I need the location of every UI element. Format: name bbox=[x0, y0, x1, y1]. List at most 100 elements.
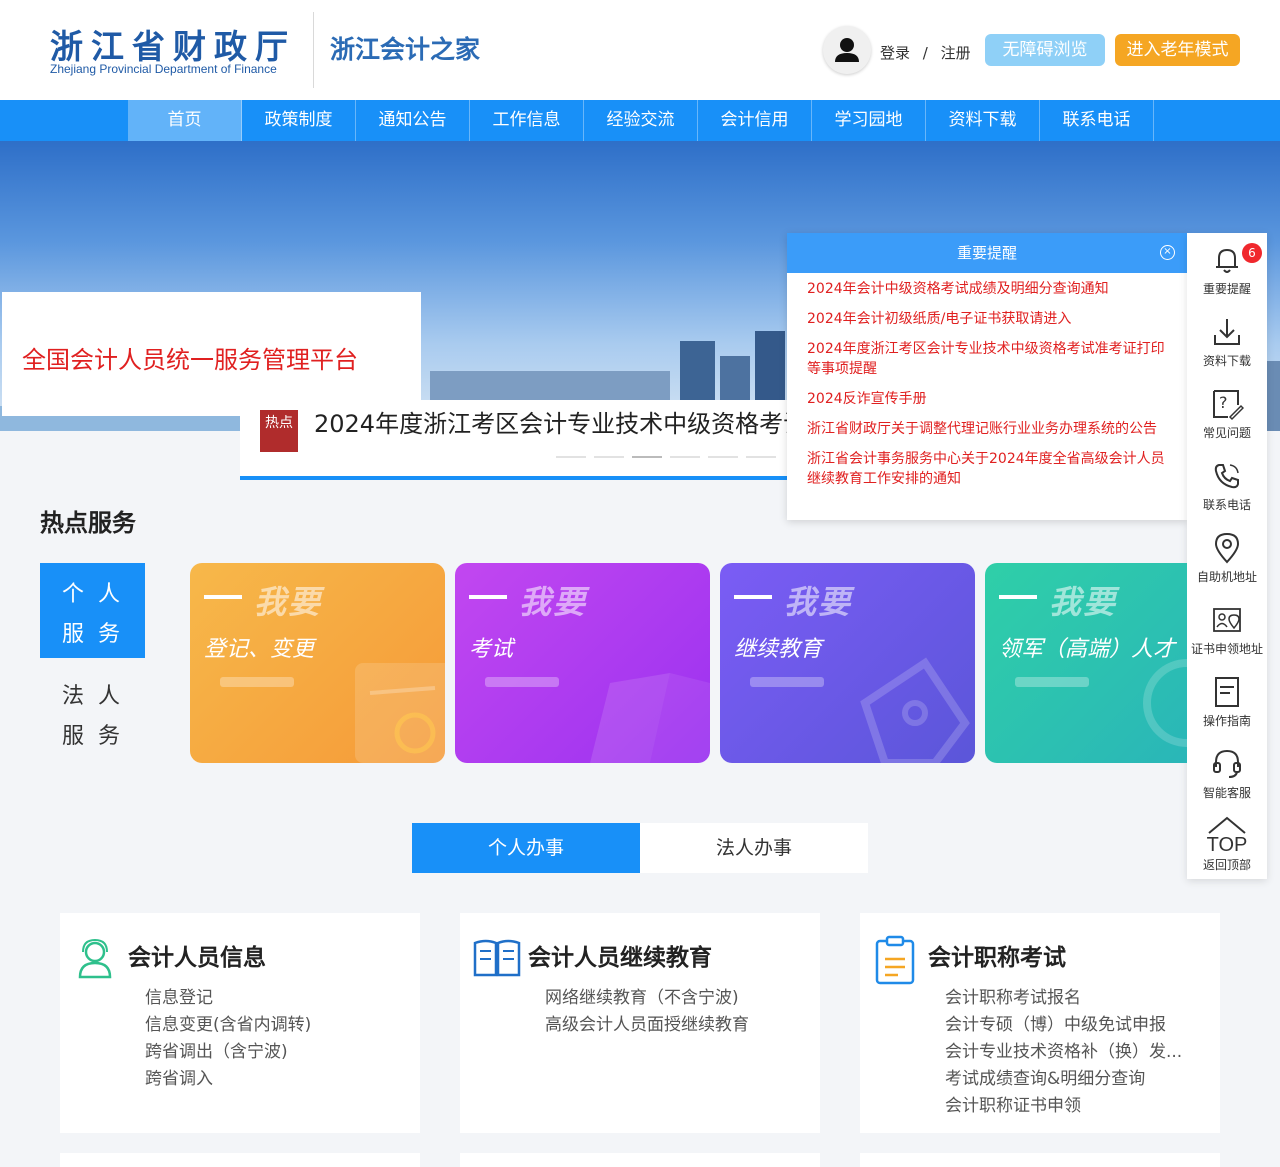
logo-subtitle: Zhejiang Provincial Department of Financ… bbox=[50, 62, 277, 76]
carousel-dot[interactable] bbox=[746, 456, 776, 458]
sidebar-label: 联系电话 bbox=[1202, 498, 1251, 512]
main-nav: 首页 政策制度 通知公告 工作信息 经验交流 会计信用 学习园地 资料下载 联系… bbox=[0, 100, 1280, 141]
box-link[interactable]: 会计职称考试报名 bbox=[945, 985, 1182, 1012]
popup-item[interactable]: 浙江省会计事务服务中心关于2024年度全省高级会计人员继续教育工作安排的通知 bbox=[807, 449, 1167, 489]
chevron-up-icon bbox=[1208, 816, 1246, 834]
sidebar-label: 操作指南 bbox=[1202, 714, 1251, 728]
nav-item-contact[interactable]: 联系电话 bbox=[1040, 100, 1154, 141]
person-icon bbox=[78, 938, 112, 979]
sidebar-label: 返回顶部 bbox=[1202, 858, 1251, 872]
service-box-continuing-education: 会计人员继续教育 网络继续教育（不含宁波) 高级会计人员面授继续教育 bbox=[460, 913, 820, 1133]
sidebar-item-certificate[interactable]: 证书申领地址 bbox=[1187, 597, 1267, 669]
sidebar-item-kiosk[interactable]: 自助机地址 bbox=[1187, 525, 1267, 597]
nav-item-credit[interactable]: 会计信用 bbox=[698, 100, 812, 141]
box-title: 会计职称考试 bbox=[928, 945, 1066, 971]
accessibility-button[interactable]: 无障碍浏览 bbox=[985, 34, 1105, 66]
back-to-top-button[interactable]: TOP 返回顶部 bbox=[1187, 811, 1267, 883]
site-name[interactable]: 浙江会计之家 bbox=[330, 30, 480, 66]
sidebar-item-guide[interactable]: 操作指南 bbox=[1187, 669, 1267, 741]
site-header: 浙江省财政厅 Zhejiang Provincial Department of… bbox=[0, 0, 1280, 100]
news-carousel[interactable]: 热点 2024年度浙江考区会计专业技术中级资格考试准考证打印 bbox=[240, 400, 800, 480]
box-link[interactable]: 跨省调入 bbox=[145, 1066, 311, 1093]
popup-header: 重要提醒 × bbox=[787, 233, 1195, 273]
logo-title[interactable]: 浙江省财政厅 bbox=[50, 20, 296, 68]
sidebar-item-support[interactable]: 智能客服 bbox=[1187, 741, 1267, 813]
sidebar-item-download[interactable]: 资料下载 bbox=[1187, 309, 1267, 381]
service-card-register[interactable]: 我要 登记、变更 bbox=[190, 563, 445, 763]
popup-item[interactable]: 2024反诈宣传手册 bbox=[807, 389, 1167, 409]
popup-item[interactable]: 2024年会计中级资格考试成绩及明细分查询通知 bbox=[807, 279, 1167, 299]
carousel-dot[interactable] bbox=[556, 456, 586, 458]
tab-personal-service[interactable]: 个人服务 bbox=[40, 563, 145, 658]
popup-item[interactable]: 2024年会计初级纸质/电子证书获取请进入 bbox=[807, 309, 1167, 329]
service-card-exam[interactable]: 我要 考试 bbox=[455, 563, 710, 763]
card-label: 考试 bbox=[469, 637, 514, 662]
box-link[interactable]: 高级会计人员面授继续教育 bbox=[545, 1012, 749, 1039]
card-bar bbox=[220, 677, 294, 687]
form-icon bbox=[355, 663, 445, 763]
carousel-dot[interactable] bbox=[670, 456, 700, 458]
book-icon bbox=[590, 673, 710, 763]
download-icon bbox=[1214, 319, 1240, 345]
popup-item[interactable]: 2024年度浙江考区会计专业技术中级资格考试准考证打印等事项提醒 bbox=[807, 339, 1167, 379]
card-label: 登记、变更 bbox=[204, 637, 315, 662]
important-reminder-popup: 重要提醒 × 2024年会计中级资格考试成绩及明细分查询通知 2024年会计初级… bbox=[787, 233, 1195, 520]
floating-toolbar: 6 重要提醒 资料下载 ? 常见问题 联系电话 自助机地址 证书申领地址 操作指… bbox=[1187, 233, 1267, 879]
sidebar-item-faq[interactable]: ? 常见问题 bbox=[1187, 381, 1267, 453]
service-box-title-exam: 会计职称考试 会计职称考试报名 会计专硕（博）中级免试申报 会计专业技术资格补（… bbox=[860, 913, 1220, 1133]
logo-divider bbox=[313, 12, 314, 88]
box-link[interactable]: 会计专硕（博）中级免试申报 bbox=[945, 1012, 1182, 1039]
card-want-label: 我要 bbox=[784, 583, 853, 621]
user-avatar-icon[interactable] bbox=[823, 26, 871, 74]
hot-services-title: 热点服务 bbox=[40, 509, 136, 537]
card-dash bbox=[204, 595, 242, 599]
top-text: TOP bbox=[1206, 834, 1248, 856]
carousel-dot[interactable] bbox=[594, 456, 624, 458]
service-box-next bbox=[860, 1153, 1220, 1167]
tab-personal-affairs[interactable]: 个人办事 bbox=[412, 823, 640, 873]
tab-legal-service[interactable]: 法人服务 bbox=[40, 673, 145, 768]
sidebar-item-reminder[interactable]: 6 重要提醒 bbox=[1187, 237, 1267, 309]
box-link[interactable]: 会计专业技术资格补（换）发... bbox=[945, 1039, 1182, 1066]
carousel-dots bbox=[556, 456, 776, 458]
service-card-education[interactable]: 我要 继续教育 bbox=[720, 563, 975, 763]
nav-item-home[interactable]: 首页 bbox=[128, 100, 242, 141]
box-link[interactable]: 信息登记 bbox=[145, 985, 311, 1012]
headset-icon bbox=[1213, 749, 1241, 778]
box-link[interactable]: 信息变更(含省内调转) bbox=[145, 1012, 311, 1039]
platform-banner-box[interactable]: 全国会计人员统一服务管理平台 bbox=[2, 292, 421, 416]
card-label: 领军（高端）人才 bbox=[999, 637, 1176, 662]
card-dash bbox=[734, 595, 772, 599]
sidebar-item-phone[interactable]: 联系电话 bbox=[1187, 453, 1267, 525]
sidebar-label: 重要提醒 bbox=[1202, 282, 1251, 296]
register-link[interactable]: 注册 bbox=[941, 44, 971, 62]
carousel-dot[interactable] bbox=[708, 456, 738, 458]
nav-item-notice[interactable]: 通知公告 bbox=[356, 100, 470, 141]
popup-item[interactable]: 浙江省财政厅关于调整代理记账行业业务办理系统的公告 bbox=[807, 419, 1167, 439]
card-bar bbox=[750, 677, 824, 687]
nav-item-downloads[interactable]: 资料下载 bbox=[926, 100, 1040, 141]
affairs-tabs: 个人办事 法人办事 bbox=[412, 823, 868, 873]
tab-legal-affairs[interactable]: 法人办事 bbox=[640, 823, 868, 873]
hot-tag: 热点 bbox=[260, 410, 298, 452]
box-link[interactable]: 会计职称证书申领 bbox=[945, 1093, 1182, 1120]
close-icon[interactable]: × bbox=[1160, 245, 1175, 260]
clipboard-icon bbox=[875, 935, 915, 985]
news-title[interactable]: 2024年度浙江考区会计专业技术中级资格考试准考证打印 bbox=[314, 404, 800, 439]
carousel-dot-active[interactable] bbox=[632, 456, 662, 458]
box-link[interactable]: 网络继续教育（不含宁波) bbox=[545, 985, 749, 1012]
box-link[interactable]: 考试成绩查询&明细分查询 bbox=[945, 1066, 1182, 1093]
nav-item-work-info[interactable]: 工作信息 bbox=[470, 100, 584, 141]
nav-item-study[interactable]: 学习园地 bbox=[812, 100, 926, 141]
nav-item-policy[interactable]: 政策制度 bbox=[242, 100, 356, 141]
platform-title: 全国会计人员统一服务管理平台 bbox=[22, 346, 358, 374]
sidebar-label: 证书申领地址 bbox=[1190, 642, 1263, 656]
box-link[interactable]: 跨省调出（含宁波) bbox=[145, 1039, 311, 1066]
elder-mode-button[interactable]: 进入老年模式 bbox=[1115, 34, 1240, 66]
popup-title: 重要提醒 bbox=[956, 244, 1017, 262]
service-card-talent[interactable]: 我要 领军（高端）人才 bbox=[985, 563, 1187, 763]
bell-icon bbox=[1216, 248, 1238, 273]
login-link[interactable]: 登录 bbox=[880, 44, 910, 62]
card-dash bbox=[469, 595, 507, 599]
nav-item-experience[interactable]: 经验交流 bbox=[584, 100, 698, 141]
